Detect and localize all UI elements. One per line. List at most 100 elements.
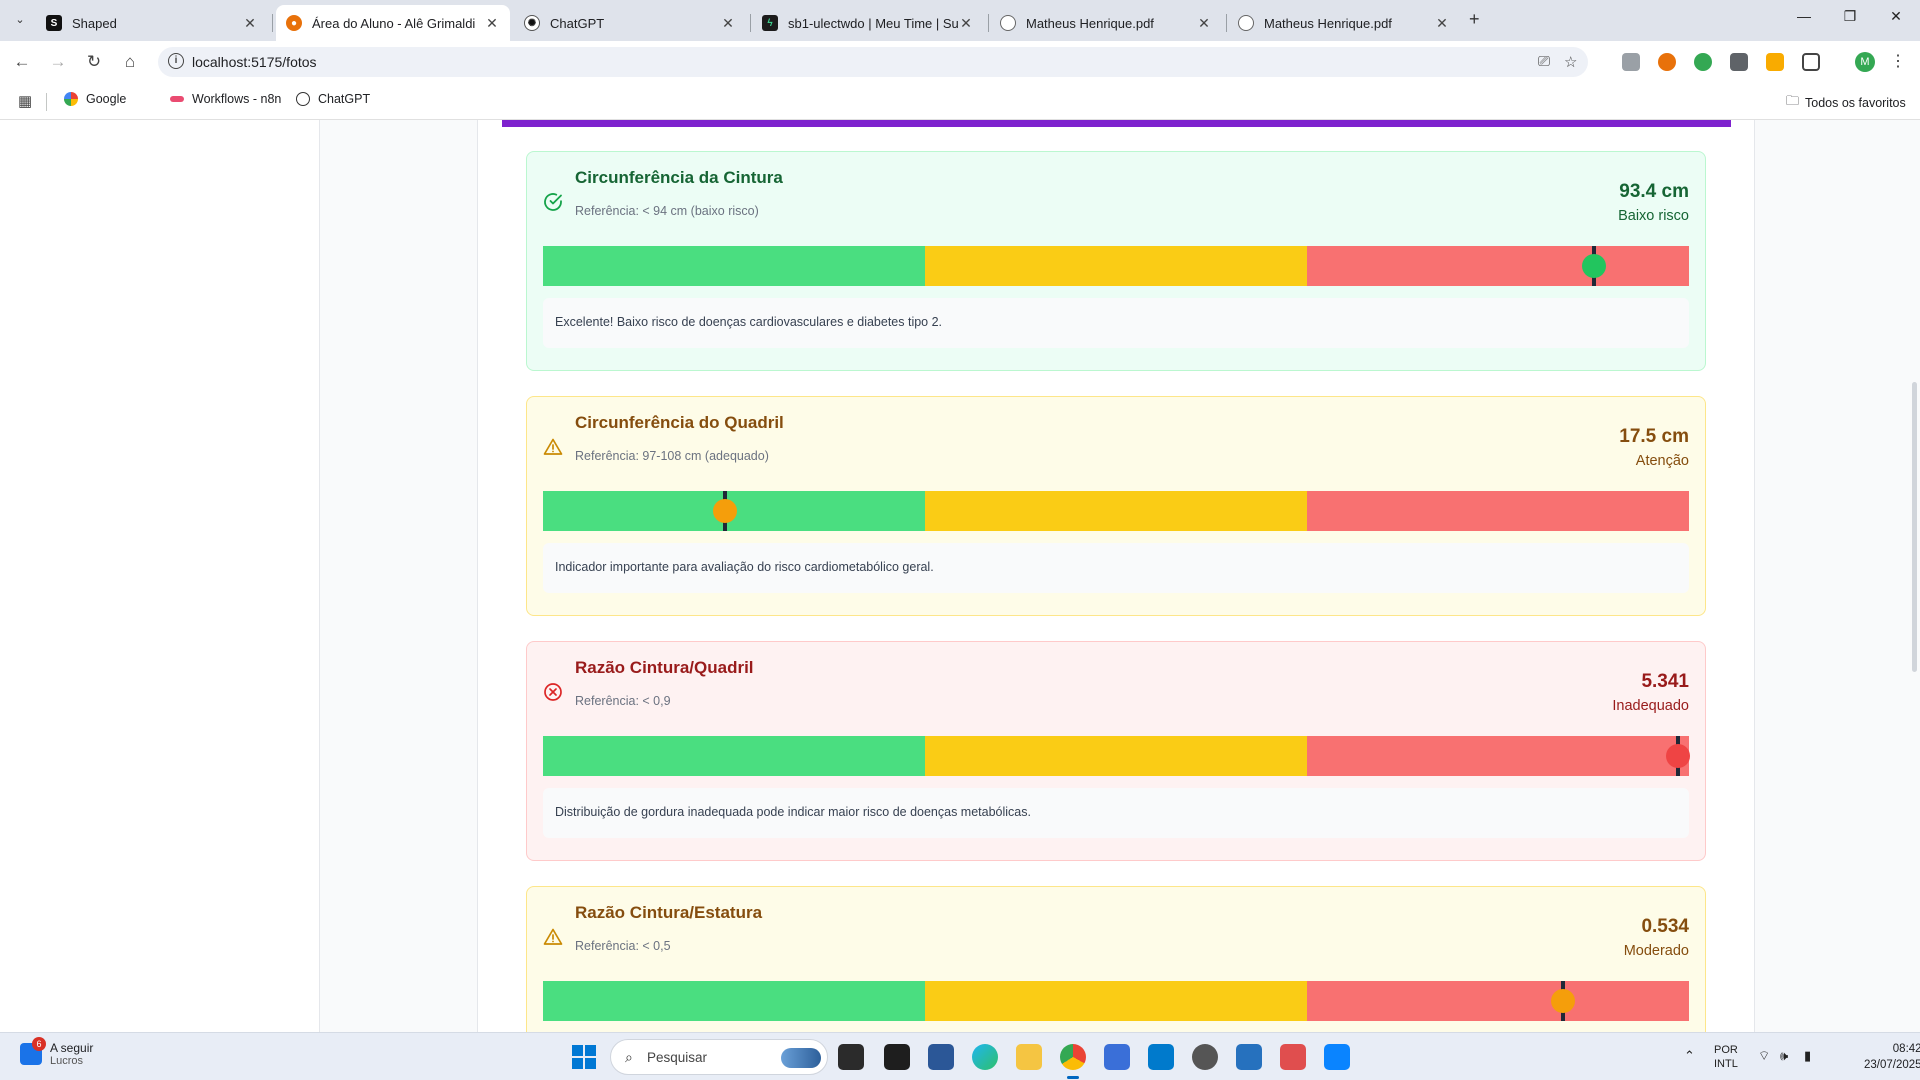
gauge-segment-high — [1307, 981, 1689, 1021]
tab-area-do-aluno[interactable]: ● Área do Aluno - Alê Grimaldi ✕ — [276, 5, 510, 41]
notepad-icon[interactable] — [1104, 1044, 1130, 1070]
windows-taskbar: 6 A seguir Lucros ⌕ Pesquisar ⌃ POR INTL… — [0, 1032, 1920, 1080]
forward-icon[interactable]: → — [46, 50, 70, 74]
metric-title: Razão Cintura/Quadril — [575, 658, 754, 677]
wifi-icon[interactable]: ⌔ — [1758, 1048, 1770, 1064]
browser-toolbar: ← → ↻ ⌂ i localhost:5175/fotos ⎚ ☆ M ⋮ — [0, 41, 1920, 83]
terminal-icon[interactable] — [884, 1044, 910, 1070]
tab-separator — [1226, 14, 1227, 32]
tab-title: Matheus Henrique.pdf — [1026, 15, 1154, 31]
google-icon — [64, 92, 78, 106]
tab-title: sb1-ulectwdo | Meu Time | Sup — [788, 15, 958, 31]
snipping-tool-icon[interactable] — [1280, 1044, 1306, 1070]
back-icon[interactable]: ← — [10, 50, 34, 74]
tab-chatgpt[interactable]: ✺ ChatGPT ✕ — [514, 5, 746, 41]
search-placeholder: Pesquisar — [647, 1050, 708, 1065]
metric-reference: Referência: < 0,9 — [575, 694, 671, 708]
bookmarks-bar: ▦ Google Workflows - n8n ChatGPT 🗀 Todos… — [0, 83, 1920, 120]
bookmark-label: Workflows - n8n — [192, 92, 282, 106]
address-bar[interactable]: i localhost:5175/fotos ⎚ ☆ — [158, 47, 1588, 77]
gauge-segment-moderate — [925, 981, 1307, 1021]
chatgpt-icon: ✺ — [524, 15, 540, 31]
file-explorer-icon[interactable] — [1016, 1044, 1042, 1070]
tab-pdf-2[interactable]: Matheus Henrique.pdf ✕ — [1228, 5, 1460, 41]
battery-icon[interactable]: ▮ — [1804, 1048, 1811, 1064]
warning-triangle-icon — [543, 437, 563, 457]
menu-dots-icon[interactable]: ⋮ — [1890, 51, 1906, 71]
bookmark-n8n[interactable]: Workflows - n8n — [170, 92, 281, 106]
extensions-puzzle-icon[interactable] — [1802, 53, 1820, 71]
folder-icon: 🗀 — [1786, 93, 1800, 108]
vscode-icon[interactable] — [1148, 1044, 1174, 1070]
devtools-extension-icon[interactable] — [1622, 53, 1640, 71]
bookmark-label: Google — [86, 92, 127, 106]
n8n-icon — [170, 96, 184, 102]
globe-icon — [1238, 15, 1254, 31]
language-indicator[interactable]: POR INTL — [1714, 1043, 1738, 1071]
minimize-icon[interactable]: — — [1784, 8, 1824, 24]
store-icon[interactable] — [928, 1044, 954, 1070]
bookmark-chatgpt[interactable]: ChatGPT — [296, 92, 370, 106]
close-icon[interactable]: ✕ — [1196, 15, 1212, 32]
close-icon[interactable]: ✕ — [720, 15, 736, 32]
close-icon[interactable]: ✕ — [242, 15, 258, 32]
app-icon[interactable] — [1324, 1044, 1350, 1070]
stocks-icon: 6 — [20, 1037, 46, 1065]
chrome-icon[interactable] — [1060, 1044, 1086, 1070]
all-bookmarks-folder[interactable]: 🗀 Todos os favoritos — [1786, 92, 1906, 114]
gauge-segment-low — [543, 736, 925, 776]
start-button[interactable] — [572, 1045, 596, 1069]
home-icon[interactable]: ⌂ — [118, 50, 142, 74]
scrollbar-thumb[interactable] — [1912, 382, 1917, 672]
widgets-button[interactable]: 6 A seguir Lucros — [20, 1037, 93, 1067]
profile-avatar[interactable]: M — [1855, 52, 1875, 72]
tab-title: Matheus Henrique.pdf — [1264, 15, 1392, 31]
metric-status: Baixo risco — [1618, 208, 1689, 224]
tab-strip: ⌄ S Shaped ✕ ● Área do Aluno - Alê Grima… — [0, 0, 1920, 41]
metric-reference: Referência: 97-108 cm (adequado) — [575, 449, 769, 463]
close-icon[interactable]: ✕ — [484, 15, 500, 32]
install-app-icon[interactable]: ⎚ — [1538, 53, 1550, 70]
tab-shaped[interactable]: S Shaped ✕ — [36, 5, 268, 41]
risk-gauge — [543, 981, 1689, 1021]
close-icon[interactable]: ✕ — [1434, 15, 1450, 32]
metric-title: Circunferência da Cintura — [575, 168, 783, 187]
powershell-icon[interactable] — [1236, 1044, 1262, 1070]
metric-reference: Referência: < 94 cm (baixo risco) — [575, 204, 759, 218]
bookmark-star-icon[interactable]: ☆ — [1564, 53, 1577, 71]
risk-gauge — [543, 246, 1689, 286]
task-view-icon[interactable] — [838, 1044, 864, 1070]
cookie-extension-icon[interactable] — [1658, 53, 1676, 71]
chatgpt-icon — [296, 92, 310, 106]
system-clock[interactable]: 08:42 23/07/2025 — [1864, 1041, 1920, 1073]
url-text[interactable]: localhost:5175/fotos — [192, 54, 317, 70]
new-tab-button[interactable]: + — [1469, 9, 1480, 30]
tab-title: ChatGPT — [550, 15, 605, 31]
bookmark-google[interactable]: Google — [64, 92, 126, 106]
edge-icon[interactable] — [972, 1044, 998, 1070]
tab-search-button[interactable]: ⌄ — [8, 7, 32, 31]
metric-title: Circunferência do Quadril — [575, 413, 784, 432]
keyboard-layout: INTL — [1714, 1058, 1738, 1070]
robot-extension-icon[interactable] — [1730, 53, 1748, 71]
reload-icon[interactable]: ↻ — [82, 50, 106, 74]
gauge-segment-high — [1307, 246, 1689, 286]
site-info-icon[interactable]: i — [168, 53, 184, 69]
restore-icon[interactable]: ❐ — [1830, 8, 1870, 25]
notes-extension-icon[interactable] — [1766, 53, 1784, 71]
left-sidebar — [0, 120, 320, 1032]
globe-extension-icon[interactable] — [1694, 53, 1712, 71]
chevron-up-icon[interactable]: ⌃ — [1684, 1048, 1695, 1064]
volume-icon[interactable]: 🕪 — [1780, 1048, 1788, 1064]
metric-value: 17.5 cm — [1619, 426, 1689, 447]
bookmarks-separator — [46, 93, 47, 111]
github-desktop-icon[interactable] — [1192, 1044, 1218, 1070]
apps-grid-icon[interactable]: ▦ — [18, 92, 32, 110]
taskbar-search[interactable]: ⌕ Pesquisar — [610, 1039, 828, 1075]
tab-supabase[interactable]: ϟ sb1-ulectwdo | Meu Time | Sup ✕ — [752, 5, 984, 41]
metric-value: 93.4 cm — [1619, 181, 1689, 202]
gauge-marker-dot — [713, 499, 737, 523]
close-icon[interactable]: ✕ — [958, 15, 974, 32]
tab-pdf-1[interactable]: Matheus Henrique.pdf ✕ — [990, 5, 1222, 41]
close-window-icon[interactable]: ✕ — [1876, 8, 1916, 25]
